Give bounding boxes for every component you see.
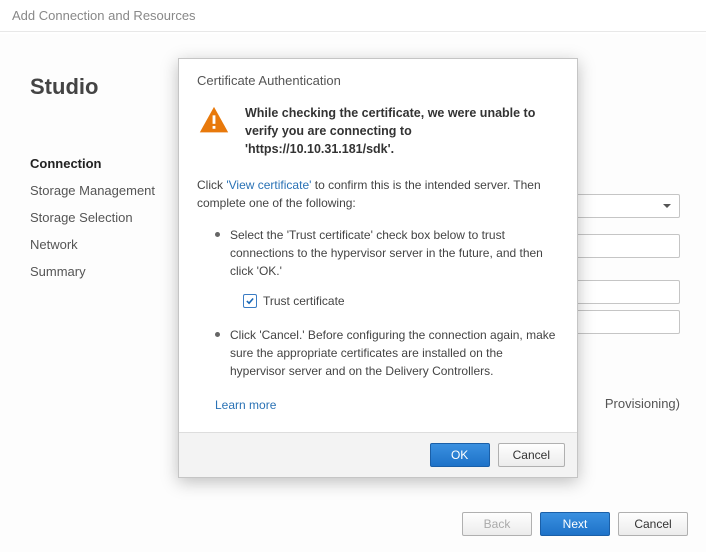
- option-cancel-text: Click 'Cancel.' Before configuring the c…: [230, 326, 559, 380]
- option-trust: Select the 'Trust certificate' check box…: [197, 222, 559, 290]
- step-storage-selection[interactable]: Storage Selection: [30, 204, 180, 231]
- bg-provisioning-label: Provisioning): [605, 396, 680, 411]
- wizard-steps: Connection Storage Management Storage Se…: [30, 150, 180, 285]
- sidebar: Studio Connection Storage Management Sto…: [0, 34, 180, 552]
- view-certificate-link[interactable]: 'View certificate': [226, 178, 311, 192]
- bullet-icon: [215, 232, 220, 237]
- app-title: Studio: [30, 74, 180, 100]
- dialog-cancel-button[interactable]: Cancel: [498, 443, 565, 467]
- window-title: Add Connection and Resources: [0, 0, 706, 32]
- step-storage-management[interactable]: Storage Management: [30, 177, 180, 204]
- step-summary[interactable]: Summary: [30, 258, 180, 285]
- ok-button[interactable]: OK: [430, 443, 490, 467]
- warning-icon: [197, 104, 231, 158]
- wizard-cancel-button[interactable]: Cancel: [618, 512, 688, 536]
- trust-certificate-checkbox[interactable]: [243, 294, 257, 308]
- alert-message: While checking the certificate, we were …: [245, 104, 559, 158]
- dialog-button-bar: OK Cancel: [179, 432, 577, 477]
- trust-certificate-label: Trust certificate: [263, 294, 345, 308]
- learn-more-link[interactable]: Learn more: [197, 390, 276, 412]
- intro-pre: Click: [197, 178, 226, 192]
- option-cancel: Click 'Cancel.' Before configuring the c…: [197, 322, 559, 390]
- wizard-button-bar: Back Next Cancel: [462, 512, 688, 536]
- dialog-title: Certificate Authentication: [197, 73, 559, 88]
- back-button: Back: [462, 512, 532, 536]
- intro-text: Click 'View certificate' to confirm this…: [197, 176, 559, 212]
- next-button[interactable]: Next: [540, 512, 610, 536]
- step-connection[interactable]: Connection: [30, 150, 180, 177]
- step-network[interactable]: Network: [30, 231, 180, 258]
- bullet-icon: [215, 332, 220, 337]
- certificate-auth-dialog: Certificate Authentication While checkin…: [178, 58, 578, 478]
- option-trust-text: Select the 'Trust certificate' check box…: [230, 226, 559, 280]
